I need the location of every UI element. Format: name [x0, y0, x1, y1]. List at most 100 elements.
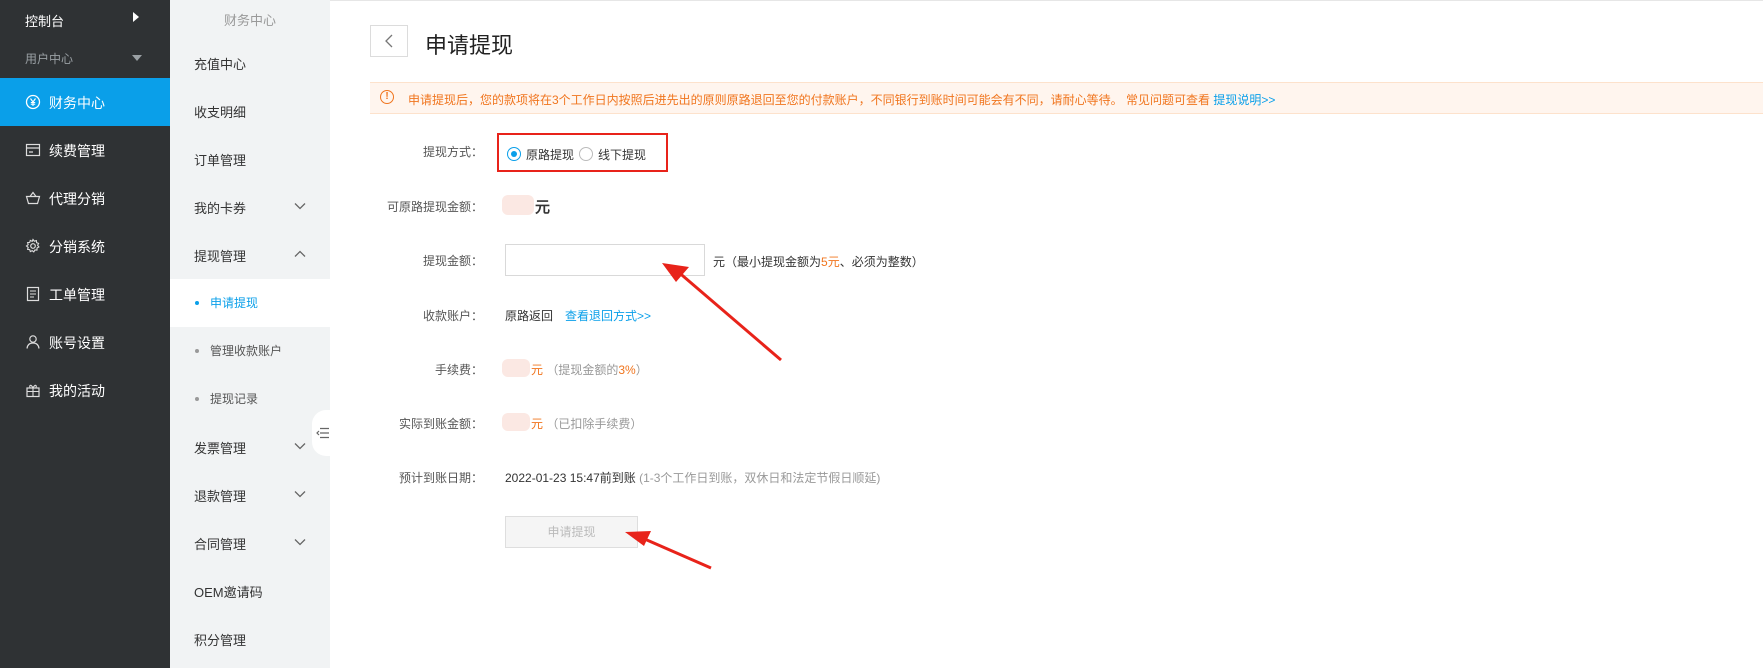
console-label: 控制台 — [25, 14, 65, 29]
actual-amount-value — [502, 413, 530, 431]
sidebar-item-label: 工单管理 — [49, 287, 105, 303]
sidebar-item-account[interactable]: 账号设置 — [0, 318, 170, 366]
sidebar-item-tickets[interactable]: 工单管理 — [0, 270, 170, 318]
fee-label: 手续费： — [434, 363, 483, 377]
expected-date-hint: (1-3个工作日到账，双休日和法定节假日顺延) — [639, 471, 881, 485]
submenu-item-points[interactable]: 积分管理 — [170, 615, 330, 663]
radio-unchecked-icon — [579, 147, 593, 161]
submenu-item-withdraw-records[interactable]: 提现记录 — [170, 375, 330, 423]
expected-date: 2022-01-23 15:47前到账 (1-3个工作日到账，双休日和法定节假日… — [505, 469, 880, 486]
card-icon — [25, 143, 41, 157]
arrow-to-amount-input — [662, 263, 782, 362]
back-button[interactable] — [370, 25, 408, 57]
radio-checked-icon — [507, 147, 521, 161]
gear-icon — [25, 238, 40, 253]
withdraw-method-label: 提现方式： — [422, 145, 483, 159]
submenu-item-label: 积分管理 — [194, 633, 247, 648]
submenu-item-apply-withdraw[interactable]: 申请提现 — [170, 279, 330, 327]
finance-submenu: 财务中心 充值中心 收支明细 订单管理 我的卡券 提现管理 申请提现 管理收款账… — [170, 0, 330, 668]
sidebar-item-label: 代理分销 — [49, 191, 105, 207]
sidebar-item-label: 我的活动 — [49, 383, 105, 399]
expected-date-value: 2022-01-23 15:47前到账 — [505, 471, 636, 485]
bullet-icon — [195, 301, 199, 305]
basket-icon — [25, 191, 41, 205]
available-amount-unit: 元 — [535, 199, 551, 216]
withdraw-amount-label: 提现金额： — [422, 254, 483, 268]
menu-collapse-icon — [316, 427, 329, 439]
submenu-item-label: 退款管理 — [194, 489, 247, 504]
submenu-item-label: 我的卡券 — [194, 201, 247, 216]
expected-date-label: 预计到账日期： — [398, 471, 483, 485]
withdraw-amount-input[interactable] — [505, 244, 705, 276]
fee-unit: 元 — [531, 363, 544, 377]
amount-unit: 元 — [713, 255, 726, 269]
payee-account-label: 收款账户： — [422, 309, 483, 323]
available-amount-label: 可原路提现金额： — [386, 200, 483, 214]
console-link[interactable]: 控制台 — [0, 0, 170, 38]
actual-amount-detail: 元 （已扣除手续费） — [531, 415, 642, 432]
chevron-up-icon — [294, 250, 306, 257]
fee-detail: 元 （提现金额的3%） — [531, 361, 648, 378]
notice-message: 申请提现后，您的款项将在3个工作日内按照后进先出的原则原路退回至您的付款账户，不… — [408, 93, 1211, 107]
top-divider — [330, 0, 1763, 1]
apply-withdraw-button[interactable]: 申请提现 — [505, 516, 638, 548]
submenu-item-transactions[interactable]: 收支明细 — [170, 87, 330, 135]
submenu-item-label: 充值中心 — [194, 57, 247, 72]
chevron-left-icon — [385, 34, 393, 48]
submenu-item-label: 订单管理 — [194, 153, 247, 168]
sidebar-item-finance[interactable]: 财务中心 — [0, 78, 170, 126]
submenu-item-coupons[interactable]: 我的卡券 — [170, 183, 330, 231]
view-refund-method-link[interactable]: 查看退回方式>> — [565, 307, 651, 324]
payee-account-value: 原路返回 — [505, 309, 554, 323]
user-center-label: 用户中心 — [25, 52, 74, 66]
notice-text: 申请提现后，您的款项将在3个工作日内按照后进先出的原则原路退回至您的付款账户，不… — [408, 91, 1275, 108]
sidebar-item-renewal[interactable]: 续费管理 — [0, 126, 170, 174]
main-sidebar: 控制台 用户中心 财务中心 续费管理 代理分销 分销系统 工单管理 账号设置 我… — [0, 0, 170, 668]
gift-icon — [26, 384, 40, 398]
fee-amount-value — [502, 359, 530, 377]
caret-down-icon — [132, 55, 142, 61]
sidebar-item-activities[interactable]: 我的活动 — [0, 366, 170, 414]
amount-hint-suffix: 、必须为整数） — [839, 255, 924, 269]
sidebar-item-label: 续费管理 — [49, 143, 105, 159]
submenu-item-payee-accounts[interactable]: 管理收款账户 — [170, 327, 330, 375]
amount-hint-prefix: （最小提现金额为 — [725, 255, 822, 269]
bullet-icon — [195, 397, 199, 401]
submenu-item-withdraw-mgmt[interactable]: 提现管理 — [170, 231, 330, 279]
chevron-down-icon — [294, 539, 306, 546]
collapse-submenu-button[interactable] — [312, 410, 332, 456]
withdraw-notice-banner: ! 申请提现后，您的款项将在3个工作日内按照后进先出的原则原路退回至您的付款账户… — [370, 82, 1763, 114]
sidebar-item-agent[interactable]: 代理分销 — [0, 174, 170, 222]
sidebar-item-label: 分销系统 — [49, 239, 105, 255]
submenu-item-label: 管理收款账户 — [210, 344, 283, 358]
warning-icon: ! — [380, 90, 394, 104]
chevron-down-icon — [294, 443, 306, 450]
fee-hint-prefix: （提现金额的 — [546, 363, 619, 377]
actual-unit: 元 — [531, 417, 544, 431]
submenu-item-label: 提现管理 — [194, 249, 247, 264]
submenu-item-refunds[interactable]: 退款管理 — [170, 471, 330, 519]
submenu-item-contracts[interactable]: 合同管理 — [170, 519, 330, 567]
withdraw-help-link[interactable]: 提现说明>> — [1213, 93, 1275, 107]
submenu-item-label: 提现记录 — [210, 392, 259, 406]
radio-label: 线下提现 — [598, 148, 647, 162]
amount-hint-min: 5元 — [821, 255, 840, 269]
submenu-item-label: 申请提现 — [210, 296, 259, 310]
actual-amount-label: 实际到账金额： — [398, 417, 483, 431]
sidebar-item-distribution[interactable]: 分销系统 — [0, 222, 170, 270]
withdraw-method-group: 原路提现 线下提现 — [497, 133, 668, 172]
document-icon — [26, 286, 40, 302]
bullet-icon — [195, 349, 199, 353]
submenu-item-invoices[interactable]: 发票管理 — [170, 423, 330, 471]
submenu-item-orders[interactable]: 订单管理 — [170, 135, 330, 183]
user-icon — [26, 335, 40, 349]
sidebar-item-label: 财务中心 — [49, 95, 105, 111]
withdraw-amount-hint: 元（最小提现金额为5元、必须为整数） — [713, 253, 924, 270]
available-amount-value — [502, 195, 534, 215]
submenu-item-oem-code[interactable]: OEM邀请码 — [170, 567, 330, 615]
submenu-item-recharge[interactable]: 充值中心 — [170, 39, 330, 87]
page-title: 申请提现 — [425, 33, 514, 58]
yen-circle-icon — [25, 94, 41, 110]
user-center-toggle[interactable]: 用户中心 — [0, 38, 170, 78]
submenu-item-label: 收支明细 — [194, 105, 247, 120]
